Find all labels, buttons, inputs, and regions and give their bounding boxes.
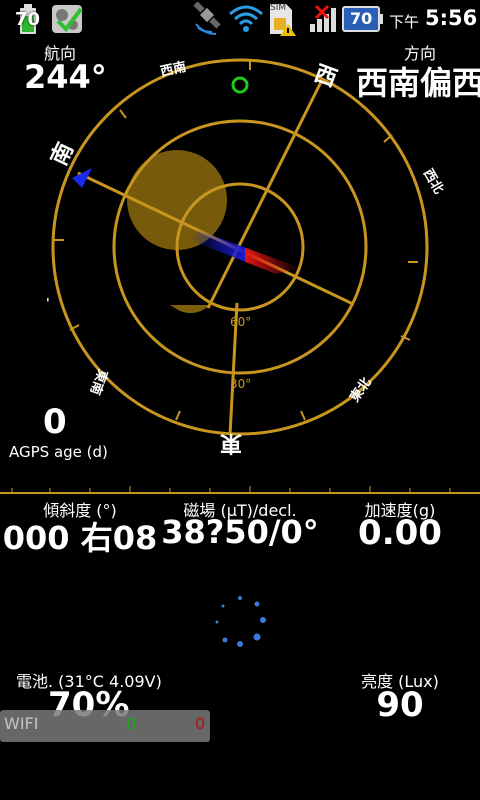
wifi-icon [229, 5, 263, 32]
dial-mark: ' [46, 296, 50, 310]
acceleration-value: 0.00 [358, 513, 442, 553]
satellite-icon [193, 2, 221, 35]
elevation-label-60: 60° [230, 315, 251, 329]
sun-shadow-shape [170, 305, 210, 314]
cardinal-northwest: 西北 [420, 167, 446, 197]
cardinal-southwest: 西南 [159, 59, 188, 80]
cardinal-south: 南 [47, 139, 79, 170]
wifi-label: WIFI [4, 714, 39, 733]
clock-time: 5:56 [425, 6, 478, 30]
brightness-value: 90 [376, 685, 424, 725]
sim-label: SIM [270, 3, 287, 13]
wifi-green-count: 0 [126, 714, 137, 733]
battery-level-text: 70 [15, 9, 41, 30]
cardinal-southeast: 東南 [87, 367, 111, 397]
divider-ruler [0, 486, 480, 494]
tilt-value: 000 右08 [2, 519, 158, 557]
cardinal-east: 東 [220, 430, 242, 455]
app-notification-icon [52, 5, 83, 33]
compass-dial: 西南 西 西北 東北 東 東南 南 ' 60° 30° [46, 58, 446, 455]
ampm-text: 下午 [389, 13, 420, 31]
battery-badge-text: 70 [350, 9, 373, 28]
agps-age-value: 0 [43, 402, 67, 442]
wifi-red-count: 0 [195, 714, 206, 733]
signal-strength-icon [310, 4, 336, 32]
agps-age-label: AGPS age (d) [9, 443, 108, 461]
magnetic-field-value: 38?50/0° [161, 513, 319, 551]
satellite-marker [231, 76, 249, 94]
status-bar: 70 SIM 70 下午 5:56 [0, 0, 480, 38]
wifi-status-bar[interactable]: WIFI 0 0 [0, 710, 210, 742]
elevation-label-30: 30° [230, 377, 251, 391]
loading-spinner-icon [215, 596, 266, 647]
